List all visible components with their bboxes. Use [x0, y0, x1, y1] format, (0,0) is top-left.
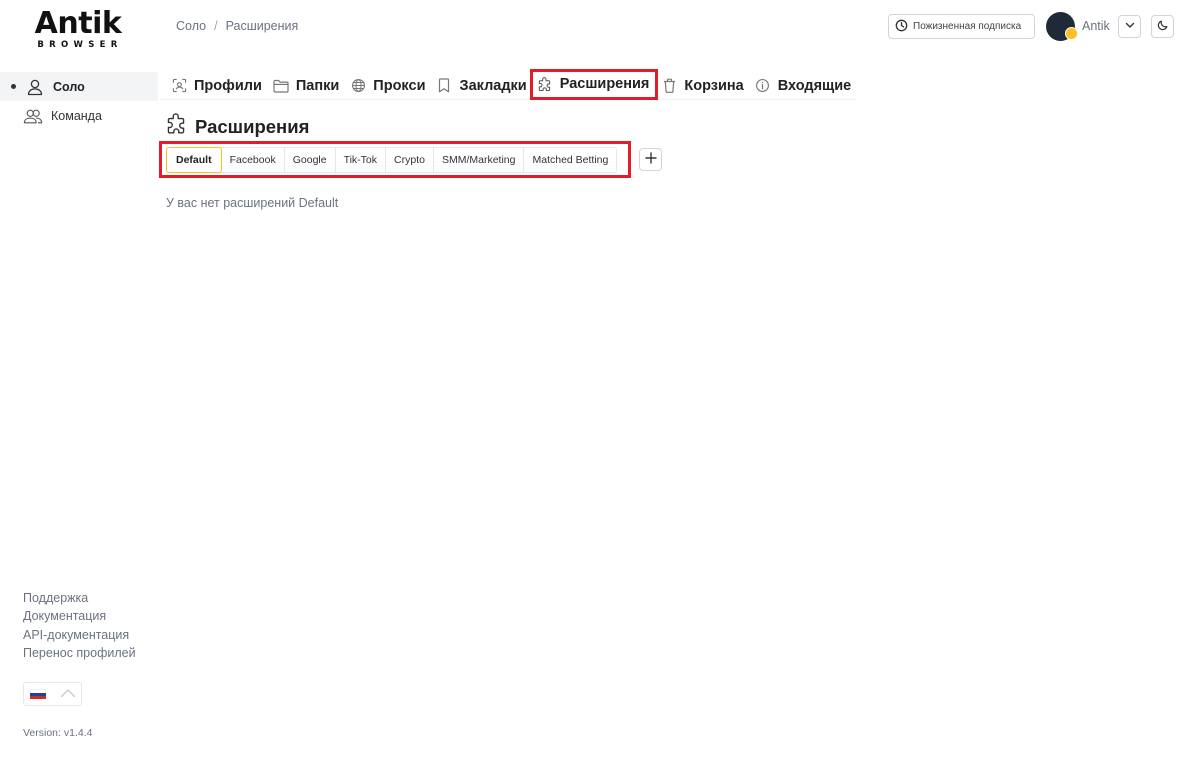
bookmark-icon: [436, 78, 452, 94]
page-title-text: Расширения: [195, 115, 310, 137]
breadcrumb-current: Расширения: [225, 19, 299, 33]
logo-subtitle: BROWSER: [37, 40, 123, 50]
russia-flag-icon: [30, 689, 46, 699]
tab-label: Профили: [194, 77, 262, 94]
clock-icon: [895, 19, 908, 35]
info-icon: [755, 78, 771, 94]
user-name[interactable]: Antik: [1082, 19, 1110, 33]
trash-icon: [661, 78, 677, 94]
active-dot: [11, 84, 16, 89]
folder-tab-crypto[interactable]: Crypto: [386, 148, 434, 172]
add-folder-button[interactable]: [639, 148, 662, 171]
tab-bookmarks[interactable]: Закладки: [436, 72, 527, 100]
chevron-down-icon: [1124, 18, 1136, 36]
moon-icon: [1157, 18, 1169, 36]
tab-trash[interactable]: Корзина: [661, 72, 744, 100]
tab-extensions[interactable]: Расширения: [529, 68, 659, 100]
sidebar-item-label: Команда: [51, 108, 102, 123]
folder-tab-google[interactable]: Google: [285, 148, 336, 172]
user-menu-button[interactable]: [1118, 15, 1141, 38]
tab-profiles[interactable]: Профили: [171, 72, 262, 100]
profiles-icon: [171, 78, 187, 94]
folder-tab-smm-marketing[interactable]: SMM/Marketing: [434, 148, 525, 172]
folder-icon: [273, 78, 289, 94]
extension-folder-tabs: Default Facebook Google Tik-Tok Crypto S…: [166, 147, 618, 173]
tab-label: Корзина: [684, 77, 744, 94]
folder-tab-tiktok[interactable]: Tik-Tok: [336, 148, 387, 172]
support-link[interactable]: Поддержка: [23, 589, 136, 607]
sidebar-item-team[interactable]: Команда: [0, 101, 158, 130]
main-nav: Профили Папки Прокси Закладки Расширения…: [160, 68, 857, 100]
tab-folders[interactable]: Папки: [273, 72, 339, 100]
breadcrumb-solo[interactable]: Соло: [176, 19, 206, 33]
logo-wordmark: Antik: [34, 6, 122, 41]
subscription-button[interactable]: Пожизненная подписка: [888, 14, 1035, 39]
puzzle-icon: [165, 113, 187, 140]
api-documentation-link[interactable]: API-документация: [23, 626, 136, 644]
documentation-link[interactable]: Документация: [23, 607, 136, 625]
folder-tab-default[interactable]: Default: [166, 147, 222, 173]
sidebar-links: Поддержка Документация API-документация …: [23, 589, 136, 662]
tab-label: Входящие: [777, 77, 852, 94]
language-selector[interactable]: [23, 682, 82, 706]
puzzle-icon: [537, 76, 553, 92]
sidebar-item-solo[interactable]: Соло: [0, 72, 158, 101]
globe-icon: [350, 78, 366, 94]
breadcrumb-separator: /: [214, 19, 218, 33]
breadcrumb: Соло / Расширения: [176, 19, 298, 33]
theme-toggle-button[interactable]: [1151, 15, 1174, 38]
user-icon: [25, 77, 45, 97]
subscription-label: Пожизненная подписка: [913, 21, 1022, 32]
folder-tab-matched-betting[interactable]: Matched Betting: [524, 148, 616, 172]
version-label: Version: v1.4.4: [23, 727, 93, 739]
empty-state-message: У вас нет расширений Default: [166, 196, 339, 210]
profile-transfer-link[interactable]: Перенос профилей: [23, 644, 136, 662]
chevron-up-icon: [60, 685, 76, 703]
star-badge-icon: [1065, 27, 1078, 40]
tab-proxy[interactable]: Прокси: [350, 72, 425, 100]
team-icon: [23, 106, 43, 126]
tab-inbox[interactable]: Входящие: [755, 72, 852, 100]
plus-icon: [644, 151, 657, 169]
app-logo[interactable]: Antik BROWSER: [31, 6, 125, 51]
tab-label: Папки: [295, 77, 340, 94]
tab-label: Расширения: [559, 76, 650, 92]
tab-label: Закладки: [459, 77, 527, 94]
sidebar-item-label: Соло: [53, 79, 85, 94]
folder-tab-facebook[interactable]: Facebook: [222, 148, 285, 172]
page-title: Расширения: [165, 113, 309, 140]
tab-label: Прокси: [373, 77, 426, 94]
